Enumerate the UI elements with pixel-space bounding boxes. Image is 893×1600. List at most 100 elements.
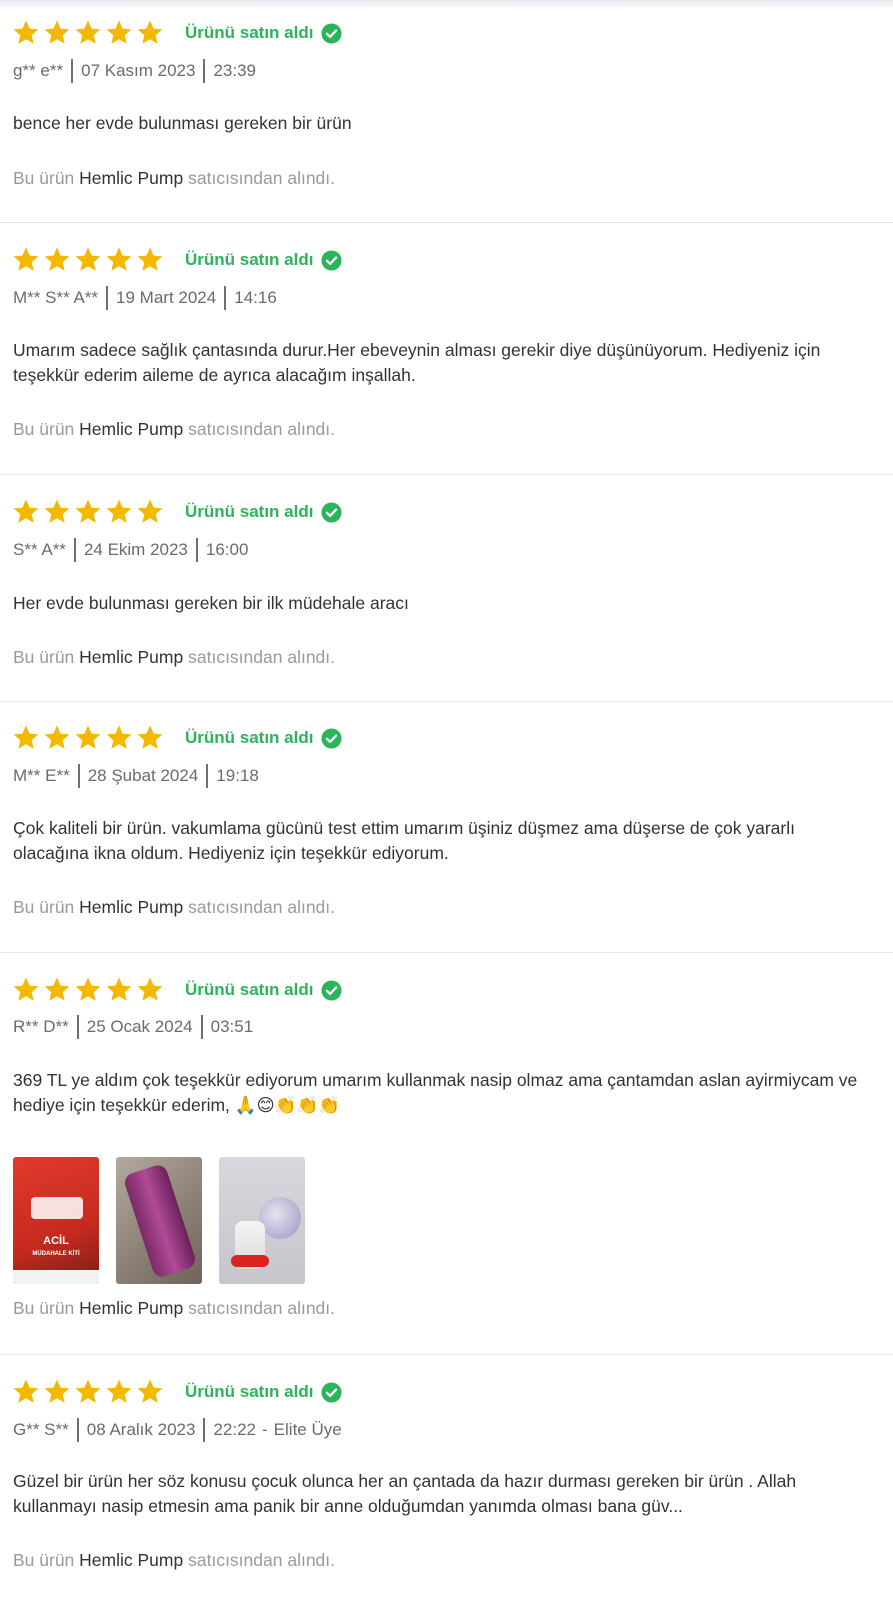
star-icon bbox=[75, 247, 101, 271]
seller-suffix: satıcısından alındı. bbox=[188, 897, 336, 917]
star-icon bbox=[13, 977, 39, 1001]
seller-name[interactable]: Hemlic Pump bbox=[79, 647, 183, 667]
seller-prefix: Bu ürün bbox=[13, 647, 75, 667]
reviewer-name: M** S** A** bbox=[13, 288, 99, 307]
star-icon bbox=[137, 499, 163, 523]
seller-prefix: Bu ürün bbox=[13, 419, 75, 439]
star-icon bbox=[44, 725, 70, 749]
seller-suffix: satıcısından alındı. bbox=[188, 1550, 336, 1570]
star-icon bbox=[75, 20, 101, 44]
star-icon bbox=[137, 20, 163, 44]
check-circle-icon bbox=[321, 249, 342, 271]
meta-divider bbox=[76, 1015, 79, 1039]
meta-divider bbox=[200, 1015, 203, 1039]
check-circle-icon bbox=[321, 501, 342, 523]
review-card: Ürünü satın aldı g** e** 07 Kasım 2023 2… bbox=[0, 7, 893, 223]
check-circle-icon bbox=[321, 979, 342, 1001]
meta-divider bbox=[73, 538, 76, 562]
review-card: Ürünü satın aldı G** S** 08 Aralık 2023 … bbox=[0, 1355, 893, 1600]
rating-row: Ürünü satın aldı bbox=[12, 1378, 342, 1406]
verified-purchase: Ürünü satın aldı bbox=[185, 979, 342, 1001]
photo-strip bbox=[13, 1270, 99, 1284]
check-circle-icon bbox=[321, 1381, 342, 1403]
pouch-image bbox=[122, 1162, 198, 1280]
meta-divider bbox=[195, 538, 198, 562]
star-rating bbox=[12, 976, 164, 1004]
verified-purchase: Ürünü satın aldı bbox=[185, 1381, 342, 1403]
rating-row: Ürünü satın aldı bbox=[12, 246, 342, 274]
meta-divider bbox=[77, 764, 80, 788]
review-date: 24 Ekim 2023 bbox=[83, 540, 188, 559]
rating-row: Ürünü satın aldı bbox=[12, 724, 342, 752]
verified-purchase: Ürünü satın aldı bbox=[185, 249, 342, 271]
pump-ring-image bbox=[231, 1255, 269, 1267]
review-meta: G** S** 08 Aralık 2023 22:22 - Elite Üye bbox=[13, 1418, 342, 1442]
star-icon bbox=[137, 1379, 163, 1403]
rating-row: Ürünü satın aldı bbox=[12, 498, 342, 526]
review-meta: M** E** 28 Şubat 2024 19:18 bbox=[13, 764, 259, 788]
product-logo bbox=[31, 1197, 83, 1219]
seller-name[interactable]: Hemlic Pump bbox=[79, 419, 183, 439]
star-icon bbox=[44, 499, 70, 523]
star-icon bbox=[106, 499, 132, 523]
meta-divider bbox=[224, 286, 227, 310]
review-text: bence her evde bulunması gereken bir ürü… bbox=[13, 113, 352, 133]
star-icon bbox=[13, 725, 39, 749]
seller-name[interactable]: Hemlic Pump bbox=[79, 168, 183, 188]
seller-prefix: Bu ürün bbox=[13, 1550, 75, 1570]
seller-suffix: satıcısından alındı. bbox=[188, 647, 336, 667]
verified-purchase-label: Ürünü satın aldı bbox=[185, 250, 314, 269]
photo-sublabel: MÜDAHALE KİTİ bbox=[32, 1251, 80, 1257]
star-icon bbox=[106, 977, 132, 1001]
review-date: 08 Aralık 2023 bbox=[86, 1420, 196, 1439]
seller-info: Bu ürün Hemlic Pump satıcısından alındı. bbox=[13, 1550, 335, 1571]
review-date: 07 Kasım 2023 bbox=[81, 61, 196, 80]
seller-info: Bu ürün Hemlic Pump satıcısından alındı. bbox=[13, 897, 335, 918]
seller-name[interactable]: Hemlic Pump bbox=[79, 1550, 183, 1570]
rating-row: Ürünü satın aldı bbox=[12, 19, 342, 47]
star-icon bbox=[106, 725, 132, 749]
star-rating bbox=[12, 498, 164, 526]
star-icon bbox=[75, 1379, 101, 1403]
star-icon bbox=[75, 977, 101, 1001]
review-photos: ACİL MÜDAHALE KİTİ bbox=[13, 1157, 305, 1284]
review-time: 22:22 bbox=[213, 1420, 256, 1439]
verified-purchase-label: Ürünü satın aldı bbox=[185, 1382, 314, 1401]
verified-purchase: Ürünü satın aldı bbox=[185, 501, 342, 523]
review-text: Umarım sadece sağlık çantasında durur.He… bbox=[13, 340, 821, 385]
meta-divider bbox=[71, 59, 74, 83]
review-date: 25 Ocak 2024 bbox=[86, 1017, 193, 1036]
review-photo-thumbnail[interactable] bbox=[116, 1157, 202, 1284]
review-date: 19 Mart 2024 bbox=[116, 288, 217, 307]
star-icon bbox=[137, 247, 163, 271]
seller-suffix: satıcısından alındı. bbox=[188, 419, 336, 439]
verified-purchase-label: Ürünü satın aldı bbox=[185, 728, 314, 747]
star-rating bbox=[12, 19, 164, 47]
suction-cup-image bbox=[259, 1197, 301, 1239]
star-icon bbox=[137, 977, 163, 1001]
top-divider bbox=[0, 0, 893, 7]
seller-info: Bu ürün Hemlic Pump satıcısından alındı. bbox=[13, 168, 335, 189]
review-photo-thumbnail[interactable] bbox=[219, 1157, 305, 1284]
star-icon bbox=[44, 20, 70, 44]
elite-member-badge: Elite Üye bbox=[273, 1420, 342, 1439]
seller-prefix: Bu ürün bbox=[13, 897, 75, 917]
star-icon bbox=[106, 247, 132, 271]
review-card: Ürünü satın aldı R** D** 25 Ocak 2024 03… bbox=[0, 953, 893, 1355]
review-photo-thumbnail[interactable]: ACİL MÜDAHALE KİTİ bbox=[13, 1157, 99, 1284]
star-icon bbox=[44, 1379, 70, 1403]
seller-info: Bu ürün Hemlic Pump satıcısından alındı. bbox=[13, 419, 335, 440]
star-icon bbox=[106, 20, 132, 44]
reviewer-name: G** S** bbox=[13, 1420, 69, 1439]
reviewer-name: g** e** bbox=[13, 61, 64, 80]
seller-name[interactable]: Hemlic Pump bbox=[79, 1298, 183, 1318]
seller-suffix: satıcısından alındı. bbox=[188, 1298, 336, 1318]
reviewer-name: R** D** bbox=[13, 1017, 69, 1036]
seller-name[interactable]: Hemlic Pump bbox=[79, 897, 183, 917]
verified-purchase-label: Ürünü satın aldı bbox=[185, 502, 314, 521]
review-meta: R** D** 25 Ocak 2024 03:51 bbox=[13, 1015, 253, 1039]
star-icon bbox=[13, 247, 39, 271]
review-time: 14:16 bbox=[234, 288, 277, 307]
review-time: 03:51 bbox=[210, 1017, 254, 1036]
meta-divider bbox=[106, 286, 109, 310]
